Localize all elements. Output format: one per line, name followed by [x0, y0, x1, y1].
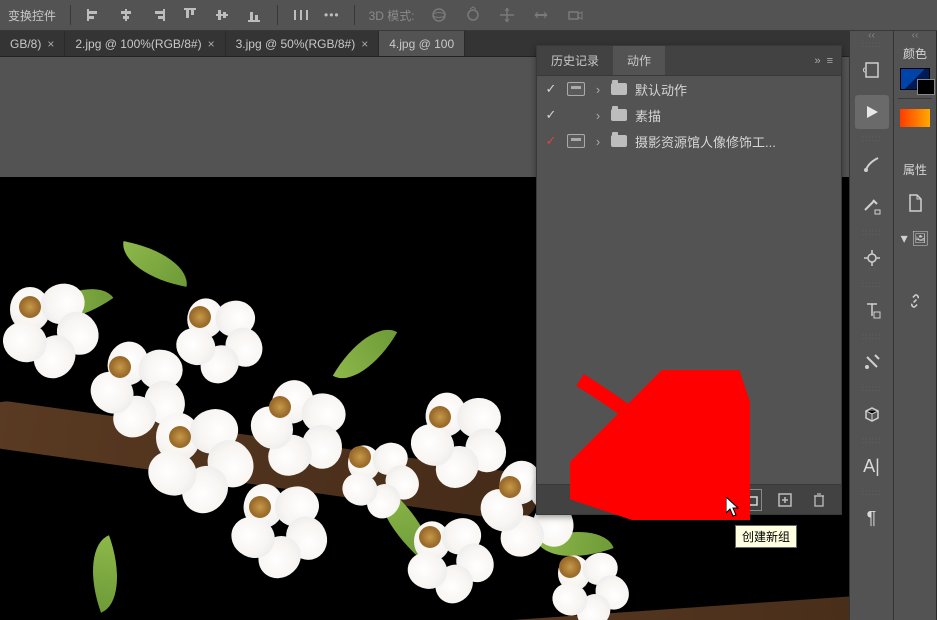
- document-tab[interactable]: 4.jpg @ 100: [379, 31, 465, 56]
- action-label: 摄影资源馆人像修饰工...: [635, 132, 776, 151]
- check-icon[interactable]: ✓: [543, 81, 559, 97]
- tab-label: 3.jpg @ 50%(RGB/8#): [236, 37, 356, 51]
- color-ramp[interactable]: [900, 109, 930, 127]
- align-right-icon[interactable]: [149, 6, 167, 24]
- expand-icon[interactable]: ›: [593, 108, 603, 123]
- panel-icon-3d[interactable]: [855, 397, 889, 431]
- check-icon[interactable]: ✓: [543, 107, 559, 123]
- panel-icon-actions[interactable]: [855, 95, 889, 129]
- pan-3d-icon[interactable]: [497, 5, 517, 25]
- separator: [70, 5, 71, 25]
- camera-3d-icon[interactable]: [565, 5, 585, 25]
- right-dock-b: ‹‹ 颜色 属性 ▾ 🖼: [893, 31, 937, 620]
- close-icon[interactable]: ×: [208, 37, 215, 51]
- panel-icon-brush[interactable]: [855, 147, 889, 181]
- modal-toggle-icon[interactable]: [567, 134, 585, 148]
- panel-icon-brush-settings[interactable]: [855, 189, 889, 223]
- panel-icon-glyphs[interactable]: A|: [855, 449, 889, 483]
- separator: [354, 5, 355, 25]
- foreground-background-swatch[interactable]: [900, 68, 930, 90]
- panel-icon-link[interactable]: [898, 284, 932, 318]
- drag-grip-icon[interactable]: ::::::: [850, 383, 893, 393]
- slide-3d-icon[interactable]: [531, 5, 551, 25]
- expand-icon[interactable]: ›: [593, 82, 603, 97]
- panel-tab-strip: 历史记录 动作 » ≡: [537, 46, 841, 76]
- panel-icon-paragraph[interactable]: ¶: [855, 501, 889, 535]
- stop-icon[interactable]: [641, 492, 657, 508]
- record-icon[interactable]: [675, 492, 691, 508]
- tooltip: 创建新组: [735, 525, 797, 548]
- panel-icon-document[interactable]: [898, 186, 932, 220]
- action-row[interactable]: ✓ › 素描: [537, 102, 841, 128]
- expand-icon[interactable]: ›: [593, 134, 603, 149]
- document-tab[interactable]: 3.jpg @ 50%(RGB/8#) ×: [226, 31, 380, 56]
- new-group-icon[interactable]: [743, 492, 759, 508]
- drag-grip-icon[interactable]: ::::::: [850, 39, 893, 49]
- align-center-h-icon[interactable]: [117, 6, 135, 24]
- panel-icon-tool-presets[interactable]: [855, 345, 889, 379]
- separator: [277, 5, 278, 25]
- actions-list[interactable]: ✓ › 默认动作 ✓ › 素描 ✓ › 摄影资源馆人像修饰工...: [537, 76, 841, 484]
- new-action-icon[interactable]: [777, 492, 793, 508]
- align-middle-v-icon[interactable]: [213, 6, 231, 24]
- play-icon[interactable]: [709, 492, 725, 508]
- document-tab[interactable]: GB/8) ×: [0, 31, 65, 56]
- separator: [898, 98, 932, 99]
- folder-icon: [611, 83, 627, 95]
- flyout-icon[interactable]: »: [814, 55, 820, 67]
- actions-panel-toolbar: [537, 484, 841, 514]
- tooltip-text: 创建新组: [742, 530, 790, 544]
- action-label: 默认动作: [635, 80, 687, 99]
- tab-label: 4.jpg @ 100: [389, 37, 454, 51]
- right-dock-a: ‹‹ :::::: :::::: :::::: :::::: :::::: ::…: [849, 31, 893, 620]
- drag-grip-icon[interactable]: ::::::: [850, 487, 893, 497]
- distribute-h-icon[interactable]: [292, 6, 310, 24]
- action-row[interactable]: ✓ › 摄影资源馆人像修饰工...: [537, 128, 841, 154]
- document-tab[interactable]: 2.jpg @ 100%(RGB/8#) ×: [65, 31, 225, 56]
- folder-icon: [611, 109, 627, 121]
- tab-label: 2.jpg @ 100%(RGB/8#): [75, 37, 201, 51]
- actions-panel: 历史记录 动作 » ≡ ✓ › 默认动作 ✓ › 素描 ✓ › 摄影资源馆人像修…: [536, 45, 842, 515]
- mode-label: 3D 模式:: [369, 7, 415, 24]
- align-top-icon[interactable]: [181, 6, 199, 24]
- panel-menu-icon[interactable]: ≡: [827, 55, 833, 67]
- action-row[interactable]: ✓ › 默认动作: [537, 76, 841, 102]
- align-left-icon[interactable]: [85, 6, 103, 24]
- panel-tab-color[interactable]: 颜色: [903, 39, 927, 66]
- tab-label: GB/8): [10, 37, 41, 51]
- collapse-grip-icon[interactable]: ‹‹: [894, 31, 936, 39]
- rotate-3d-icon[interactable]: [463, 5, 483, 25]
- overflow-icon[interactable]: •••: [324, 8, 340, 22]
- close-icon[interactable]: ×: [47, 37, 54, 51]
- drag-grip-icon[interactable]: ::::::: [850, 435, 893, 445]
- tab-history[interactable]: 历史记录: [537, 46, 613, 75]
- collapse-grip-icon[interactable]: ‹‹: [850, 31, 893, 39]
- panel-icon-clone-source[interactable]: [855, 241, 889, 275]
- options-bar: 变换控件 ••• 3D 模式:: [0, 0, 937, 31]
- trash-icon[interactable]: [811, 492, 827, 508]
- panel-icon-history[interactable]: [855, 53, 889, 87]
- drag-grip-icon[interactable]: ::::::: [850, 133, 893, 143]
- check-icon[interactable]: ✓: [543, 133, 559, 149]
- align-bottom-icon[interactable]: [245, 6, 263, 24]
- panel-tab-properties[interactable]: 属性: [903, 155, 927, 182]
- close-icon[interactable]: ×: [361, 37, 368, 51]
- folder-icon: [611, 135, 627, 147]
- action-label: 素描: [635, 106, 661, 125]
- tab-actions[interactable]: 动作: [613, 46, 665, 75]
- orbit-3d-icon[interactable]: [429, 5, 449, 25]
- modal-toggle-icon[interactable]: [567, 82, 585, 96]
- expand-icon[interactable]: ▾ 🖼: [898, 228, 932, 248]
- drag-grip-icon[interactable]: ::::::: [850, 227, 893, 237]
- drag-grip-icon[interactable]: ::::::: [850, 279, 893, 289]
- options-label: 变换控件: [8, 7, 56, 24]
- drag-grip-icon[interactable]: ::::::: [850, 331, 893, 341]
- panel-icon-character[interactable]: [855, 293, 889, 327]
